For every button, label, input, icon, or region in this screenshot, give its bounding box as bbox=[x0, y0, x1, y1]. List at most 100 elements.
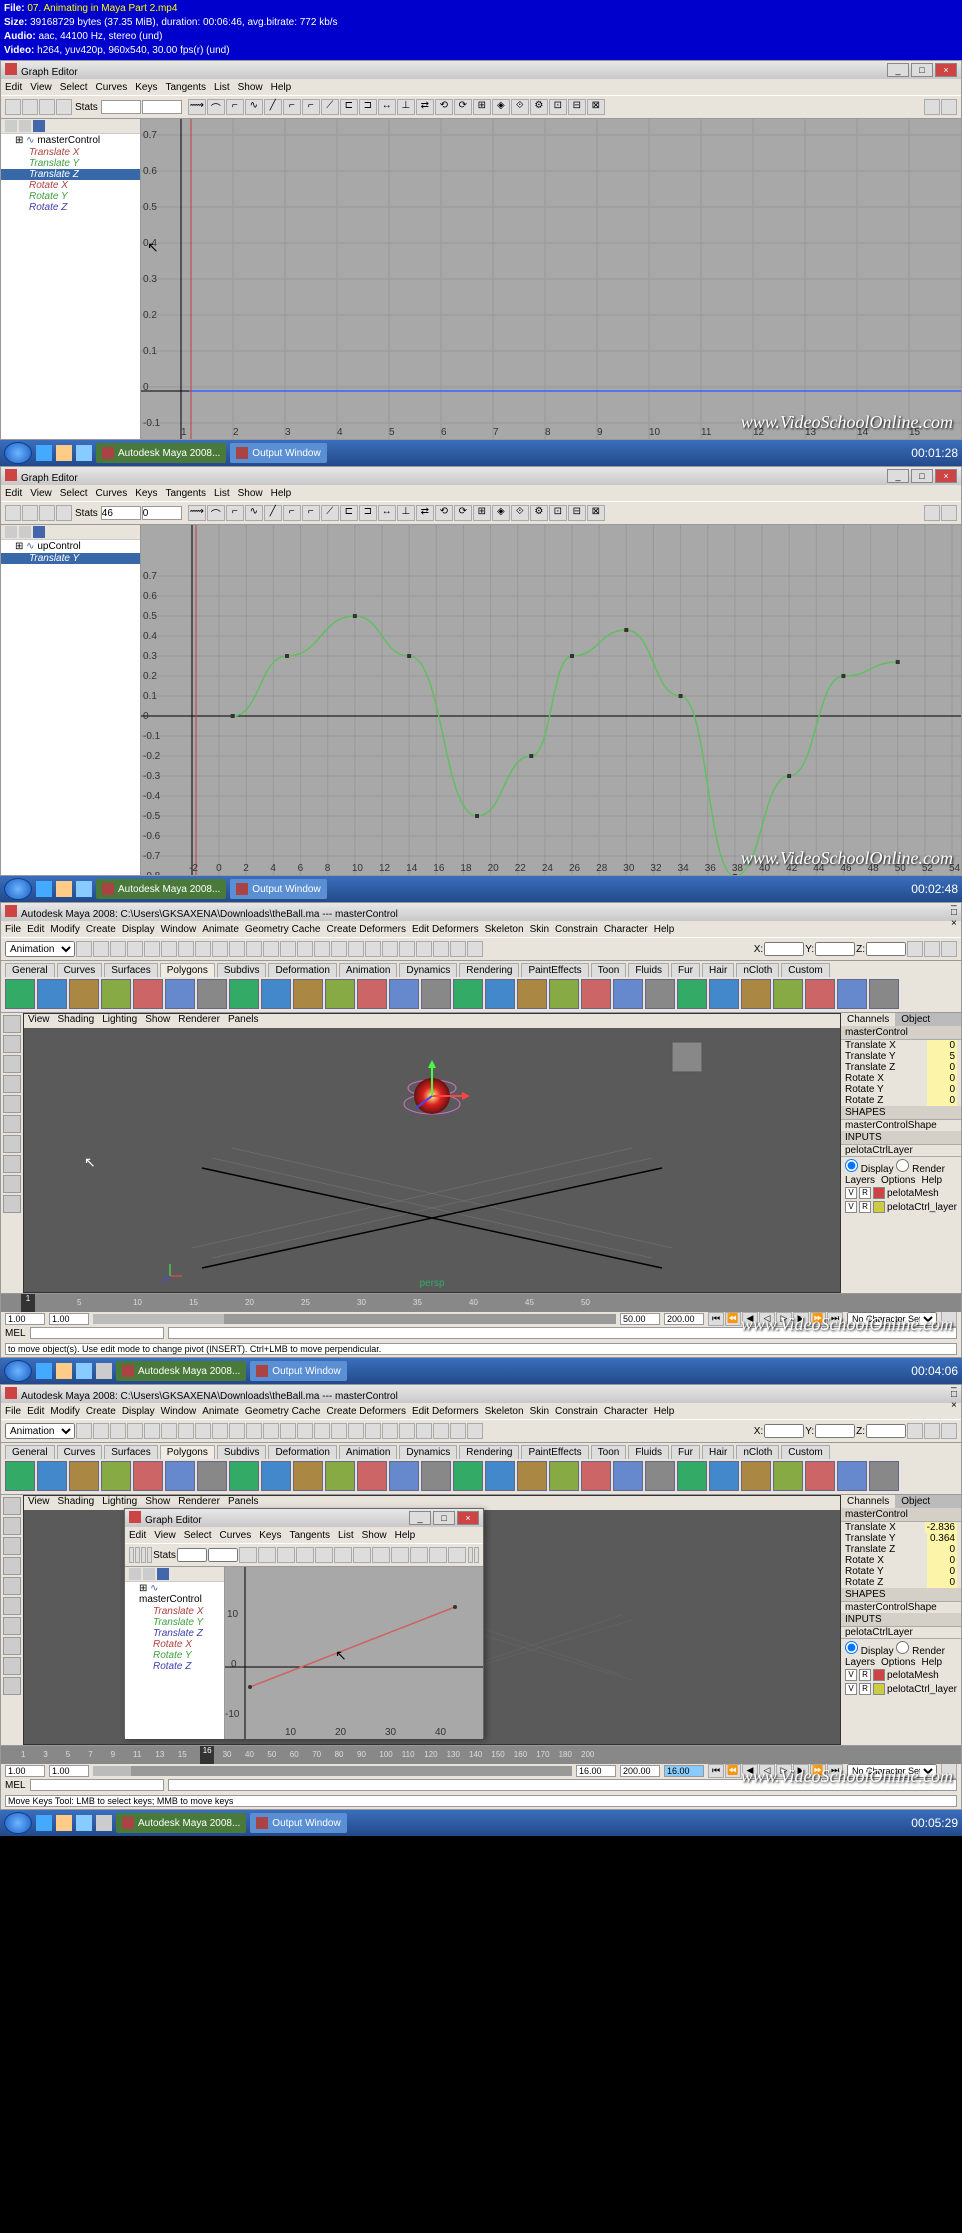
tangent-tool-icon[interactable]: ⌒ bbox=[207, 99, 225, 115]
z-input[interactable] bbox=[866, 942, 906, 956]
transport-button[interactable]: ⏮ bbox=[708, 1764, 724, 1778]
ie-icon[interactable] bbox=[36, 445, 52, 461]
toolbar-icon[interactable] bbox=[924, 99, 940, 115]
tool-icon[interactable] bbox=[3, 1135, 21, 1153]
shelf-icon[interactable] bbox=[581, 1461, 611, 1491]
wmp-icon[interactable] bbox=[76, 881, 92, 897]
channel-item[interactable]: Rotate Y bbox=[125, 1650, 224, 1661]
tool-icon[interactable] bbox=[3, 1075, 21, 1093]
move-nearest-key-icon[interactable] bbox=[5, 99, 21, 115]
shelf-icon[interactable] bbox=[709, 1461, 739, 1491]
channel-box[interactable]: ChannelsObject masterControl Translate X… bbox=[841, 1013, 961, 1293]
wmp-icon[interactable] bbox=[76, 445, 92, 461]
shelf-tab[interactable]: Curves bbox=[57, 963, 103, 977]
menu-curves[interactable]: Curves bbox=[220, 1530, 252, 1541]
toolbox[interactable] bbox=[1, 1495, 23, 1745]
tangent-tool-icon[interactable]: ╱ bbox=[264, 505, 282, 521]
menu-select[interactable]: Select bbox=[60, 82, 88, 93]
tangent-tool-icon[interactable]: ⊠ bbox=[587, 99, 605, 115]
menu-help[interactable]: Help bbox=[271, 82, 292, 93]
tangent-tool-icon[interactable]: ⊟ bbox=[568, 505, 586, 521]
tangent-tool-icon[interactable]: ⟲ bbox=[435, 99, 453, 115]
close-button[interactable]: × bbox=[935, 469, 957, 483]
channel-item[interactable]: Translate Y bbox=[1, 553, 140, 564]
tool-icon[interactable] bbox=[3, 1175, 21, 1193]
menu-item[interactable]: Help bbox=[654, 1406, 675, 1417]
shelf-tab[interactable]: PaintEffects bbox=[521, 963, 588, 977]
tangent-tool-icon[interactable]: ⌐ bbox=[302, 505, 320, 521]
shelf-icon[interactable] bbox=[165, 979, 195, 1009]
menu-help[interactable]: Help bbox=[395, 1530, 416, 1541]
titlebar[interactable]: Graph Editor _□× bbox=[1, 467, 961, 485]
menu-item[interactable]: Create Deformers bbox=[326, 1406, 405, 1417]
toolbar-icon[interactable] bbox=[924, 941, 940, 957]
range-start[interactable] bbox=[5, 1313, 45, 1325]
menu-item[interactable]: File bbox=[5, 1406, 21, 1417]
range-end[interactable] bbox=[664, 1313, 704, 1325]
shelf-icon[interactable] bbox=[357, 979, 387, 1009]
toolbar-icon[interactable] bbox=[907, 941, 923, 957]
start-button[interactable] bbox=[4, 878, 32, 900]
move-icon[interactable] bbox=[5, 505, 21, 521]
toolbar-icon[interactable] bbox=[941, 505, 957, 521]
menu-tangents[interactable]: Tangents bbox=[289, 1530, 330, 1541]
shelf-icon[interactable] bbox=[37, 979, 67, 1009]
menu-item[interactable]: Edit bbox=[27, 1406, 44, 1417]
minimize-button[interactable]: _ bbox=[887, 469, 909, 483]
x-input[interactable] bbox=[764, 942, 804, 956]
shelf-icon[interactable] bbox=[549, 1461, 579, 1491]
tool-icon[interactable] bbox=[3, 1597, 21, 1615]
tangent-tool-icon[interactable]: ⟲ bbox=[435, 505, 453, 521]
stats-input-1[interactable] bbox=[101, 506, 141, 520]
y-input[interactable] bbox=[815, 942, 855, 956]
channel-item[interactable]: Translate Z bbox=[125, 1628, 224, 1639]
tangent-tool-icon[interactable]: ⊏ bbox=[340, 99, 358, 115]
shelf-tab[interactable]: Custom bbox=[781, 963, 829, 977]
shelf-tab[interactable]: Fur bbox=[671, 963, 700, 977]
menu-list[interactable]: List bbox=[338, 1530, 354, 1541]
menu-show[interactable]: Show bbox=[238, 82, 263, 93]
tangent-tool-icon[interactable]: ⇄ bbox=[416, 99, 434, 115]
channel-box[interactable]: ChannelsObject masterControl Translate X… bbox=[841, 1495, 961, 1745]
tool-icon[interactable] bbox=[3, 1095, 21, 1113]
shelf-icon[interactable] bbox=[773, 1461, 803, 1491]
menu-item[interactable]: Animate bbox=[202, 1406, 239, 1417]
menu-keys[interactable]: Keys bbox=[135, 488, 157, 499]
graph-editor-floating[interactable]: Graph Editor _□× EditViewSelectCurvesKey… bbox=[124, 1508, 484, 1738]
channel-item[interactable]: Translate Z bbox=[1, 169, 140, 180]
menu-tangents[interactable]: Tangents bbox=[165, 82, 206, 93]
tangent-tool-icon[interactable]: ⌐ bbox=[283, 99, 301, 115]
menu-help[interactable]: Help bbox=[271, 488, 292, 499]
menu-item[interactable]: Skin bbox=[530, 924, 549, 935]
shelf-icon[interactable] bbox=[837, 1461, 867, 1491]
shelf-icon[interactable] bbox=[5, 979, 35, 1009]
tangent-tool-icon[interactable]: ⟳ bbox=[454, 505, 472, 521]
tangent-tool-icon[interactable]: ↔ bbox=[378, 505, 396, 521]
titlebar[interactable]: Autodesk Maya 2008: C:\Users\GKSAXENA\Do… bbox=[1, 1385, 961, 1403]
shelf-tab[interactable]: Rendering bbox=[459, 963, 519, 977]
shelf-tab[interactable]: Deformation bbox=[268, 963, 336, 977]
menu-item[interactable]: Constrain bbox=[555, 924, 598, 935]
tool-icon[interactable] bbox=[3, 1657, 21, 1675]
shelf-icon[interactable] bbox=[709, 979, 739, 1009]
titlebar[interactable]: Graph Editor _ □ × bbox=[1, 61, 961, 79]
shelf-tab[interactable]: Hair bbox=[702, 1445, 734, 1459]
menu-item[interactable]: Character bbox=[604, 924, 648, 935]
tool-icon[interactable] bbox=[3, 1195, 21, 1213]
shelf-tab[interactable]: Subdivs bbox=[217, 1445, 267, 1459]
shelf-icon[interactable] bbox=[581, 979, 611, 1009]
menu-item[interactable]: Window bbox=[161, 924, 197, 935]
taskbar-item[interactable]: Output Window bbox=[230, 879, 326, 899]
shelf-tab[interactable]: Polygons bbox=[160, 1445, 215, 1459]
range-out[interactable] bbox=[620, 1313, 660, 1325]
menu-item[interactable]: Create bbox=[86, 1406, 116, 1417]
shelf-tab[interactable]: nCloth bbox=[736, 963, 779, 977]
shelf-icon[interactable] bbox=[261, 979, 291, 1009]
taskbar[interactable]: Autodesk Maya 2008... Output Window 00:0… bbox=[0, 440, 962, 466]
menu-item[interactable]: Display bbox=[122, 924, 155, 935]
start-button[interactable] bbox=[4, 442, 32, 464]
shelf-tab[interactable]: Fluids bbox=[628, 1445, 669, 1459]
shelf-tab[interactable]: Hair bbox=[702, 963, 734, 977]
shelf-icon[interactable] bbox=[261, 1461, 291, 1491]
mode-dropdown[interactable]: Animation bbox=[5, 1423, 75, 1439]
